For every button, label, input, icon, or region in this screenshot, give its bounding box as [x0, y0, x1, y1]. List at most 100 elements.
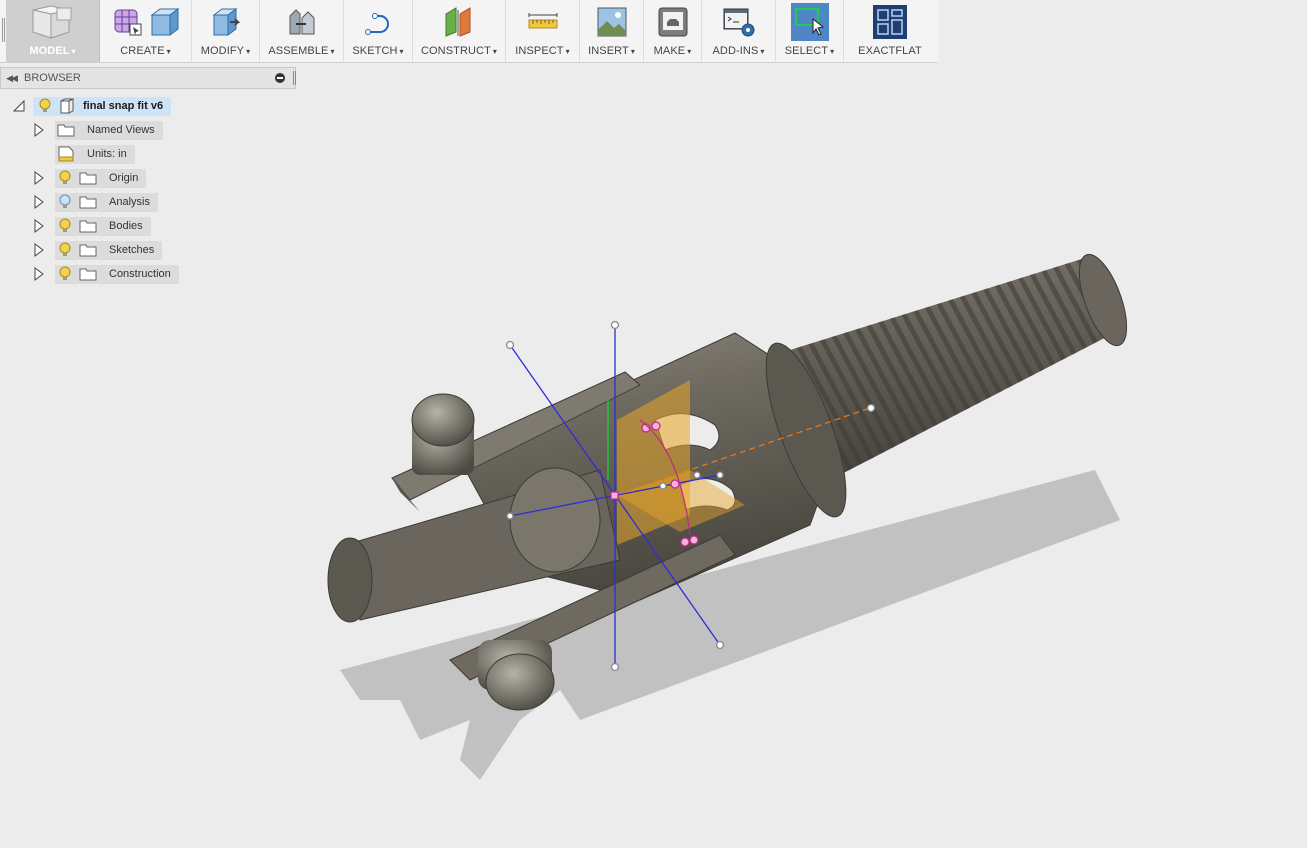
assemble-menu[interactable]: ASSEMBLE ▾	[260, 0, 344, 62]
model-shadow	[340, 470, 1120, 780]
folder-icon	[57, 124, 75, 137]
modify-menu[interactable]: MODIFY ▾	[192, 0, 260, 62]
construct-label: CONSTRUCT	[420, 45, 491, 57]
document-component-icon	[60, 98, 74, 114]
browser-close-icon[interactable]	[275, 73, 285, 83]
construct-menu[interactable]: CONSTRUCT ▾	[413, 0, 506, 62]
tree-item-label: Units: in	[87, 148, 127, 160]
tree-item-label: Named Views	[87, 124, 155, 136]
folder-icon	[79, 172, 97, 185]
insert-icon	[597, 7, 626, 37]
collapsed-triangle-icon[interactable]	[33, 195, 45, 209]
lightbulb-off-icon[interactable]	[57, 194, 73, 210]
insert-label: INSERT	[588, 45, 629, 57]
construct-icon	[445, 7, 471, 37]
collapsed-triangle-icon[interactable]	[33, 267, 45, 281]
lightbulb-icon[interactable]	[57, 170, 73, 186]
exactflat-icon	[873, 5, 907, 39]
cylinder-slots	[654, 413, 736, 511]
tree-item-label: Sketches	[109, 244, 155, 256]
add-ins-menu[interactable]: ADD-INS ▾	[702, 0, 776, 62]
tree-item-bodies[interactable]: Bodies	[33, 216, 151, 236]
workspace-switcher-model[interactable]: MODEL ▾	[6, 0, 100, 62]
construct-caret: ▾	[492, 47, 498, 56]
lower-prong	[449, 534, 736, 711]
assemble-icon	[289, 9, 314, 35]
tree-item-named-views[interactable]: Named Views	[33, 120, 163, 140]
exactflat-menu[interactable]: EXACTFLAT	[844, 0, 936, 62]
model-workspace-icon	[32, 5, 71, 39]
select-caret: ▾	[830, 47, 835, 56]
select-menu[interactable]: SELECT ▾	[776, 0, 844, 62]
collapsed-triangle-icon[interactable]	[33, 243, 45, 257]
modify-caret: ▾	[246, 47, 251, 56]
upper-prong	[391, 371, 641, 512]
add-ins-label: ADD-INS	[712, 45, 759, 57]
inspect-label: INSPECT	[515, 45, 564, 57]
sketch-label: SKETCH	[352, 45, 398, 57]
section-plane	[616, 380, 871, 545]
make-menu[interactable]: MAKE ▾	[644, 0, 702, 62]
tree-item-analysis[interactable]: Analysis	[33, 192, 158, 212]
threaded-shaft	[790, 253, 1128, 480]
collapsed-triangle-icon[interactable]	[33, 123, 45, 137]
add-ins-icon	[723, 8, 754, 37]
sketch-menu[interactable]: SKETCH ▾	[344, 0, 413, 62]
lightbulb-icon[interactable]	[57, 218, 73, 234]
inspect-icon	[528, 13, 557, 29]
collapse-browser-icon[interactable]: ◀◀	[1, 73, 21, 84]
insert-menu[interactable]: INSERT ▾	[580, 0, 644, 62]
tree-item-label: Construction	[109, 268, 171, 280]
tree-item-label: Analysis	[109, 196, 150, 208]
sketch-caret: ▾	[399, 47, 404, 56]
expanded-triangle-icon[interactable]	[12, 99, 26, 113]
collapsed-triangle-icon[interactable]	[33, 219, 45, 233]
tree-item-sketches[interactable]: Sketches	[33, 240, 163, 260]
create-box-icon	[150, 8, 179, 36]
select-icon	[790, 3, 829, 41]
folder-icon	[79, 244, 97, 257]
lightbulb-icon[interactable]	[57, 266, 73, 282]
browser-grip-icon[interactable]	[293, 71, 294, 85]
tree-item-units[interactable]: Units: in	[55, 144, 135, 164]
create-label: CREATE	[120, 45, 165, 57]
center-pin	[327, 467, 621, 623]
make-label: MAKE	[653, 45, 686, 57]
inspect-caret: ▾	[565, 47, 570, 56]
tree-item-label: Bodies	[109, 220, 143, 232]
tree-item-label: Origin	[109, 172, 139, 184]
toolbar: MODEL ▾ CREATE ▾ MODIFY ▾ ASSEMBLE ▾ SKE…	[0, 0, 938, 63]
browser-header: ◀◀ BROWSER	[0, 67, 296, 89]
assemble-caret: ▾	[330, 47, 335, 56]
create-caret: ▾	[166, 47, 171, 56]
create-menu[interactable]: CREATE ▾	[100, 0, 192, 62]
main-cylinder	[459, 332, 847, 601]
make-caret: ▾	[687, 47, 692, 56]
inspect-menu[interactable]: INSPECT ▾	[506, 0, 580, 62]
model-caret: ▾	[71, 47, 76, 56]
model-label: MODEL	[29, 45, 70, 57]
lightbulb-icon[interactable]	[57, 242, 73, 258]
folder-icon	[79, 220, 97, 233]
tree-item-construction[interactable]: Construction	[33, 264, 179, 284]
modify-label: MODIFY	[200, 45, 245, 57]
sketch-icon	[365, 13, 389, 35]
joint-markers	[610, 419, 699, 547]
insert-caret: ▾	[630, 47, 635, 56]
model-viewport[interactable]	[0, 0, 1307, 848]
joint-axes	[505, 320, 876, 672]
collapsed-triangle-icon[interactable]	[33, 171, 45, 185]
make-icon	[658, 7, 687, 37]
browser-title: BROWSER	[24, 72, 81, 84]
create-form-icon	[114, 9, 141, 36]
tree-item-origin[interactable]: Origin	[33, 168, 147, 188]
exactflat-label: EXACTFLAT	[858, 45, 922, 57]
folder-icon	[79, 268, 97, 281]
folder-icon	[79, 196, 97, 209]
assemble-label: ASSEMBLE	[268, 45, 329, 57]
tree-root-label: final snap fit v6	[83, 100, 164, 112]
lightbulb-icon[interactable]	[37, 98, 53, 114]
add-ins-caret: ▾	[760, 47, 765, 56]
units-ruler-icon	[58, 146, 74, 162]
tree-root[interactable]: final snap fit v6	[12, 96, 172, 116]
